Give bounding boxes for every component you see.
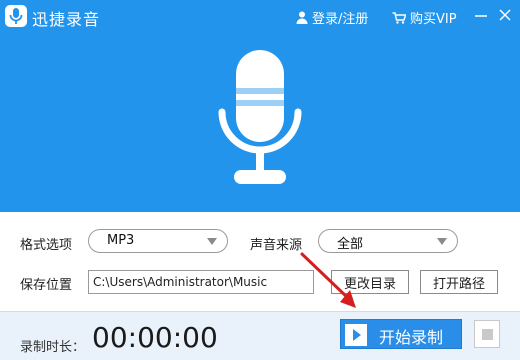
chevron-down-icon [207,238,217,245]
record-timer: 00:00:00 [92,321,218,354]
change-directory-button[interactable]: 更改目录 [331,270,409,294]
microphone-illustration [218,50,302,184]
login-register-link[interactable]: 登录/注册 [296,8,368,27]
hero-banner: 迅捷录音 登录/注册 购买VIP [0,0,520,212]
start-record-label: 开始录制 [379,328,444,347]
duration-label: 录制时长： [20,340,86,355]
save-path-field[interactable] [88,270,314,294]
app-mic-logo-icon [5,5,27,27]
source-select[interactable]: 全部 [318,229,458,253]
chevron-down-icon [437,238,447,245]
play-icon [353,329,361,341]
source-value: 全部 [337,237,364,252]
buy-vip-label: 购买VIP [410,12,457,27]
format-label: 格式选项 [20,238,73,253]
start-record-button[interactable]: 开始录制 [340,319,462,349]
app-window: 迅捷录音 登录/注册 购买VIP 格式选项 MP3 声音来源 全部 保存位置 C… [0,0,520,360]
play-icon-box [345,324,367,346]
open-path-button[interactable]: 打开路径 [420,270,498,294]
stop-icon [482,329,493,340]
minimize-icon[interactable] [472,6,490,24]
stop-button[interactable] [474,320,500,348]
login-register-label: 登录/注册 [312,12,369,27]
save-path-input[interactable] [89,271,313,293]
format-select[interactable]: MP3 [88,229,228,253]
user-icon [296,11,308,24]
cart-icon [392,11,406,24]
format-value: MP3 [107,233,135,248]
save-location-label: 保存位置 [20,278,73,293]
buy-vip-link[interactable]: 购买VIP [392,8,457,27]
title-bar: 迅捷录音 登录/注册 购买VIP [0,0,520,32]
app-title: 迅捷录音 [32,10,101,29]
source-label: 声音来源 [250,238,303,253]
close-icon[interactable] [496,6,514,24]
